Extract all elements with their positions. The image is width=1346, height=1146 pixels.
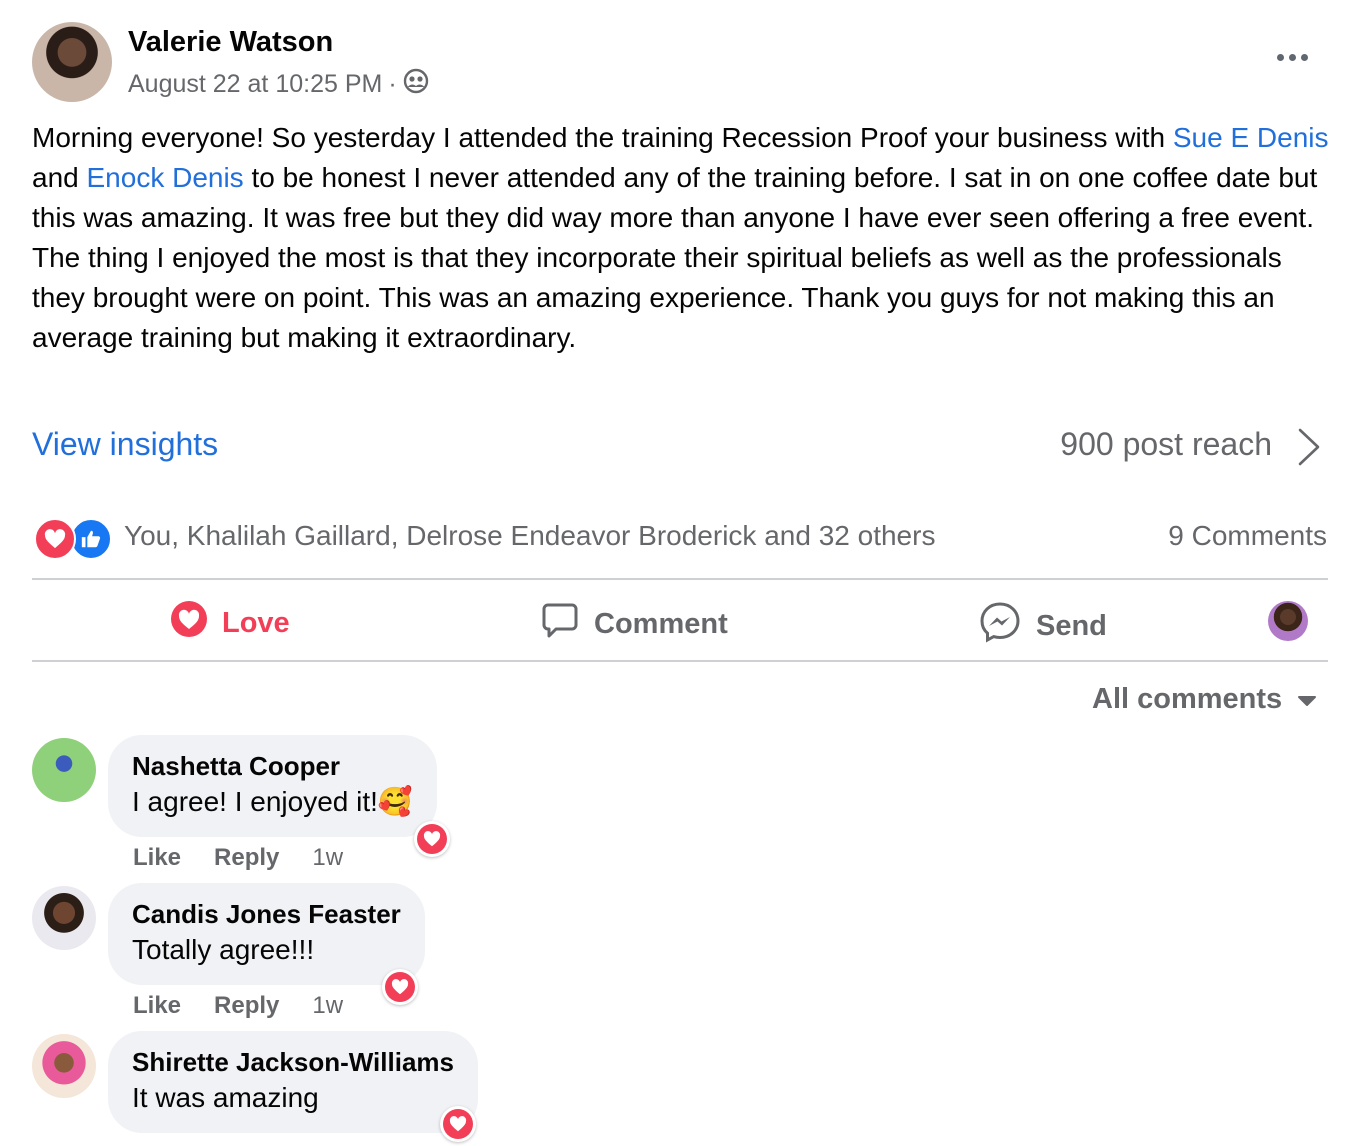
commenter-avatar[interactable] <box>32 738 96 802</box>
divider <box>32 578 1328 580</box>
divider <box>32 660 1328 662</box>
mention-enock-denis[interactable]: Enock Denis <box>87 162 244 193</box>
comment-timestamp[interactable]: 1w <box>312 844 343 872</box>
comment-like-button[interactable]: Like <box>133 992 181 1020</box>
friends-icon[interactable] <box>403 68 429 101</box>
comment-bubble: Shirette Jackson-Williams It was amazing <box>108 1031 478 1133</box>
comments-filter-dropdown[interactable]: All comments <box>1092 683 1318 716</box>
mention-sue-e-denis[interactable]: Sue E Denis <box>1173 122 1329 153</box>
love-icon <box>170 600 208 646</box>
more-options-icon[interactable] <box>1270 40 1314 74</box>
viewer-avatar[interactable] <box>1268 601 1308 641</box>
author-avatar[interactable] <box>32 22 112 102</box>
post-body: Morning everyone! So yesterday I attende… <box>32 118 1332 358</box>
commenter-name[interactable]: Shirette Jackson-Williams <box>132 1045 454 1079</box>
comment-bubble: Candis Jones Feaster Totally agree!!! <box>108 883 425 985</box>
comment-text: Totally agree!!! <box>132 934 315 965</box>
comment-love-reaction-icon[interactable] <box>414 821 450 857</box>
post-text-part-1: Morning everyone! So yesterday I attende… <box>32 122 1173 153</box>
comment-reply-button[interactable]: Reply <box>214 844 279 872</box>
commenter-avatar[interactable] <box>32 1034 96 1098</box>
post-reach[interactable]: 900 post reach <box>1060 426 1272 463</box>
comment-label: Comment <box>594 607 728 640</box>
caret-down-icon <box>1296 683 1318 716</box>
post-text-part-2: and <box>32 162 87 193</box>
view-insights-link[interactable]: View insights <box>32 426 218 463</box>
commenter-avatar[interactable] <box>32 886 96 950</box>
comment-bubble: Nashetta Cooper I agree! I enjoyed it!🥰 <box>108 735 437 837</box>
comment-love-reaction-icon[interactable] <box>440 1106 476 1142</box>
post-timestamp[interactable]: August 22 at 10:25 PM <box>128 70 382 99</box>
comment-like-button[interactable]: Like <box>133 844 181 872</box>
comment-text: I agree! I enjoyed it!🥰 <box>132 786 413 817</box>
reactors-summary[interactable]: You, Khalilah Gaillard, Delrose Endeavor… <box>124 520 935 552</box>
comment-icon <box>540 600 580 648</box>
love-button[interactable]: Love <box>170 600 290 646</box>
love-reaction-icon <box>34 518 76 560</box>
like-reaction-icon <box>70 518 112 560</box>
comments-filter-label: All comments <box>1092 683 1283 715</box>
comment-love-reaction-icon[interactable] <box>382 969 418 1005</box>
love-label: Love <box>222 606 290 639</box>
comment-timestamp[interactable]: 1w <box>312 992 343 1020</box>
send-button[interactable]: Send <box>978 600 1107 652</box>
messenger-icon <box>978 600 1022 652</box>
chevron-right-icon[interactable] <box>1294 426 1324 468</box>
comment-actions: Like Reply 1w <box>133 992 343 1020</box>
send-label: Send <box>1036 609 1107 642</box>
commenter-name[interactable]: Candis Jones Feaster <box>132 897 401 931</box>
meta-separator: · <box>388 70 397 98</box>
commenter-name[interactable]: Nashetta Cooper <box>132 749 413 783</box>
comment-text: It was amazing <box>132 1082 319 1113</box>
comment-button[interactable]: Comment <box>540 600 728 648</box>
comment-reply-button[interactable]: Reply <box>214 992 279 1020</box>
post-meta: August 22 at 10:25 PM · <box>128 68 429 101</box>
comment-actions: Like Reply 1w <box>133 844 343 872</box>
reaction-icons[interactable] <box>34 518 112 560</box>
author-name[interactable]: Valerie Watson <box>128 26 333 59</box>
comments-count[interactable]: 9 Comments <box>1168 520 1327 552</box>
